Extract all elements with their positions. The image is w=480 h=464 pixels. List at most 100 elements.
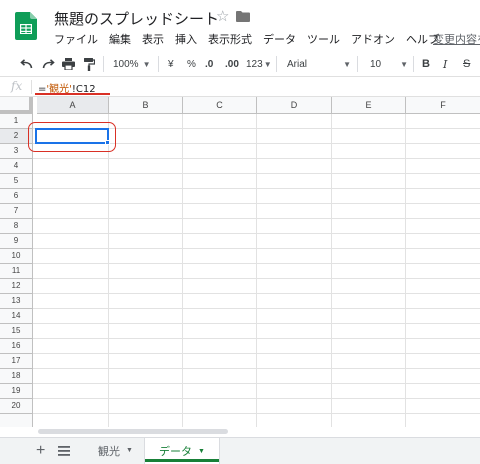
- strikethrough-label: S: [463, 58, 471, 70]
- menu-format[interactable]: 表示形式: [208, 31, 252, 47]
- annotation-highlight-ring: [28, 122, 116, 152]
- row-header[interactable]: 14: [0, 309, 33, 324]
- select-all-corner[interactable]: [0, 97, 33, 114]
- print-button[interactable]: [62, 55, 75, 73]
- grid-line: [33, 203, 480, 204]
- column-header-d[interactable]: D: [257, 97, 332, 114]
- grid-line: [33, 188, 480, 189]
- menu-data[interactable]: データ: [263, 31, 296, 47]
- sheets-logo-icon[interactable]: [15, 12, 37, 40]
- row-header[interactable]: 8: [0, 219, 33, 234]
- menu-addons[interactable]: アドオン: [351, 31, 395, 47]
- column-header-f[interactable]: F: [406, 97, 480, 114]
- grid-line: [33, 413, 480, 414]
- decrease-decimal-label: .0: [205, 58, 214, 70]
- all-sheets-menu-icon[interactable]: [58, 446, 70, 456]
- grid-line: [33, 368, 480, 369]
- grid-line: [331, 114, 332, 427]
- row-header[interactable]: 4: [0, 159, 33, 174]
- toolbar: 100% ▼ ¥ % .0 .00 123 ▼ Arial ▼ 10 ▼ B I…: [0, 50, 480, 77]
- row-header[interactable]: 17: [0, 354, 33, 369]
- grid-line: [33, 383, 480, 384]
- formula-bar-divider: [31, 80, 32, 94]
- document-title[interactable]: 無題のスプレッドシート: [54, 8, 219, 29]
- menu-tools[interactable]: ツール: [307, 31, 340, 47]
- row-header[interactable]: 10: [0, 249, 33, 264]
- menu-edit[interactable]: 編集: [109, 31, 131, 47]
- sheet-tab-bar: + 観光 ▼ データ ▼: [0, 437, 480, 464]
- toolbar-divider: [276, 56, 277, 72]
- row-header[interactable]: 20: [0, 399, 33, 414]
- toolbar-divider: [413, 56, 414, 72]
- row-header[interactable]: 11: [0, 264, 33, 279]
- chevron-down-icon: ▼: [126, 447, 133, 454]
- font-family-value: Arial: [287, 58, 308, 70]
- grid-line: [33, 218, 480, 219]
- grid-line: [33, 233, 480, 234]
- redo-button[interactable]: [42, 55, 55, 73]
- undo-icon: [20, 59, 33, 69]
- menu-file[interactable]: ファイル: [54, 31, 98, 47]
- row-header[interactable]: 13: [0, 294, 33, 309]
- italic-button[interactable]: I: [443, 55, 447, 73]
- cell-area[interactable]: [33, 114, 480, 427]
- undo-button[interactable]: [20, 55, 33, 73]
- bold-label: B: [422, 58, 430, 70]
- chevron-down-icon: ▼: [198, 447, 205, 455]
- sheet-tab-label: データ: [159, 446, 192, 458]
- grid-line: [33, 293, 480, 294]
- grid-line: [33, 323, 480, 324]
- sheet-tab-kanko[interactable]: 観光 ▼: [88, 437, 143, 464]
- add-sheet-button[interactable]: +: [36, 442, 45, 460]
- row-header[interactable]: 18: [0, 369, 33, 384]
- decrease-decimal-button[interactable]: .0: [205, 55, 213, 73]
- chevron-down-icon: ▼: [142, 59, 151, 69]
- sheet-tab-data[interactable]: データ ▼: [144, 437, 220, 464]
- font-family-select[interactable]: Arial ▼: [287, 55, 351, 73]
- grid-line: [33, 398, 480, 399]
- font-size-value: 10: [370, 58, 382, 70]
- star-icon[interactable]: ☆: [216, 7, 229, 25]
- row-header[interactable]: 12: [0, 279, 33, 294]
- row-header[interactable]: 19: [0, 384, 33, 399]
- fx-icon: fx: [11, 79, 23, 93]
- toolbar-divider: [158, 56, 159, 72]
- percent-format-button[interactable]: %: [187, 55, 196, 73]
- grid-line: [108, 114, 109, 427]
- more-formats-label: 123: [246, 58, 263, 70]
- folder-icon[interactable]: [236, 11, 250, 22]
- currency-format-button[interactable]: ¥: [168, 55, 174, 73]
- column-header-c[interactable]: C: [183, 97, 257, 114]
- paint-format-button[interactable]: [84, 55, 95, 73]
- grid-line: [182, 114, 183, 427]
- formula-bar: fx ='観光'!C12: [0, 77, 480, 97]
- column-header-a[interactable]: A: [37, 97, 109, 114]
- row-header[interactable]: 5: [0, 174, 33, 189]
- last-edit-link[interactable]: 変更内容を: [433, 31, 480, 47]
- horizontal-scrollbar-thumb[interactable]: [38, 429, 228, 434]
- grid-line: [33, 308, 480, 309]
- italic-label: I: [443, 57, 448, 71]
- increase-decimal-button[interactable]: .00: [225, 55, 239, 73]
- row-header[interactable]: 16: [0, 339, 33, 354]
- percent-label: %: [187, 58, 196, 70]
- grid-line: [33, 263, 480, 264]
- strikethrough-button[interactable]: S: [463, 55, 470, 73]
- menu-bar: ファイル 編集 表示 挿入 表示形式 データ ツール アドオン ヘルプ: [54, 31, 450, 47]
- menu-view[interactable]: 表示: [142, 31, 164, 47]
- zoom-select[interactable]: 100% ▼: [113, 55, 151, 73]
- font-size-select[interactable]: 10 ▼: [370, 55, 408, 73]
- column-header-e[interactable]: E: [332, 97, 406, 114]
- row-header[interactable]: 6: [0, 189, 33, 204]
- more-formats-select[interactable]: 123 ▼: [246, 55, 272, 73]
- app-header: 無題のスプレッドシート ☆ ファイル 編集 表示 挿入 表示形式 データ ツール…: [0, 0, 480, 50]
- row-header[interactable]: 9: [0, 234, 33, 249]
- menu-insert[interactable]: 挿入: [175, 31, 197, 47]
- annotation-underline: [35, 93, 110, 95]
- row-header[interactable]: 15: [0, 324, 33, 339]
- column-header-b[interactable]: B: [109, 97, 183, 114]
- grid-line: [33, 338, 480, 339]
- bold-button[interactable]: B: [422, 55, 430, 73]
- row-header[interactable]: 7: [0, 204, 33, 219]
- toolbar-divider: [357, 56, 358, 72]
